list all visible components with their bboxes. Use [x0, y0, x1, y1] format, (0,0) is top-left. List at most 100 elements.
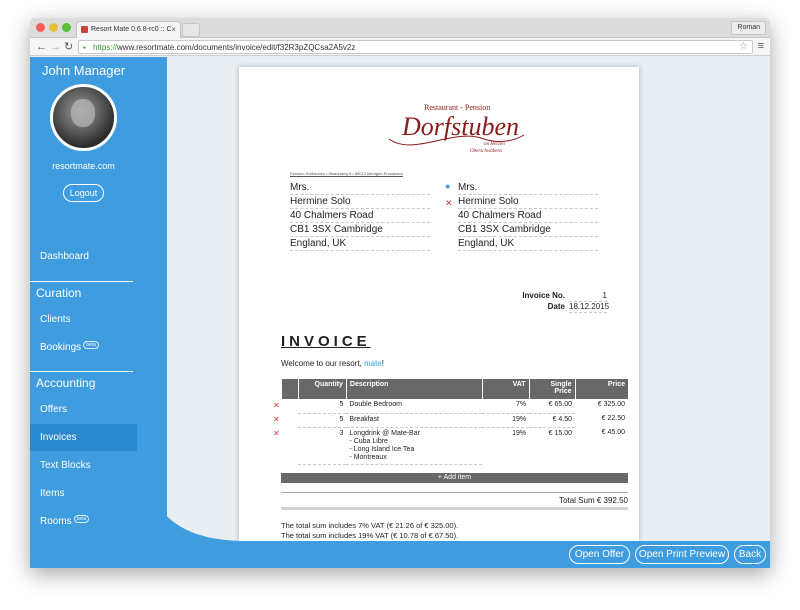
favicon-icon [81, 26, 88, 33]
back-arrow-icon[interactable]: ← [36, 40, 47, 54]
total-sum: Total Sum € 392.50 [281, 496, 628, 510]
sidebar-item-offers[interactable]: Offers [40, 404, 67, 415]
description-field[interactable]: Double Bedroom [346, 399, 483, 414]
invoice-items-table: Quantity Description VAT Single Price Pr… [281, 379, 628, 465]
tab-bar: Resort Mate 0.6.8-rc0 :: C × Roman [30, 18, 770, 38]
maximize-window-button[interactable] [62, 23, 71, 32]
browser-tab[interactable]: Resort Mate 0.6.8-rc0 :: C × [76, 21, 181, 38]
browser-toolbar: ← → ↻ ▪ https://www.resortmate.com/docum… [30, 38, 770, 56]
forward-arrow-icon[interactable]: → [50, 40, 61, 54]
address-line: Mrs. [458, 181, 598, 195]
welcome-text[interactable]: Welcome to our resort, mate! [281, 359, 384, 368]
address-line: Hermine Solo [290, 195, 430, 209]
sidebar-item-invoices[interactable]: Invoices [40, 432, 77, 443]
delete-row-icon[interactable]: ✕ [273, 429, 280, 438]
address-line: CB1 3SX Cambridge [290, 223, 430, 237]
vat-notes: The total sum includes 7% VAT (€ 21.26 o… [281, 521, 458, 541]
welcome-prefix: Welcome to our resort, [281, 359, 364, 368]
invoice-title: INVOICE [281, 333, 371, 350]
tab-title: Resort Mate 0.6.8-rc0 :: C [91, 26, 172, 33]
beta-badge: beta [83, 341, 99, 349]
sidebar-item-items[interactable]: Items [40, 488, 64, 499]
quantity-field[interactable]: 3 [298, 427, 347, 465]
description-field[interactable]: Breakfast [346, 413, 483, 428]
vat-field[interactable]: 19% [482, 427, 529, 464]
description-line: - Long Island Ice Tea [349, 445, 415, 453]
sidebar-edge [137, 57, 138, 418]
sidebar-curve [137, 418, 247, 541]
add-item-button[interactable]: + Add item [281, 473, 628, 483]
section-title-accounting: Accounting [36, 376, 96, 390]
single-price-field[interactable]: € 15.00 [529, 427, 575, 464]
address-line: 40 Chalmers Road [458, 209, 598, 223]
beta-badge: beta [73, 515, 90, 523]
address-line: England, UK [458, 237, 598, 251]
svg-text:Oberschwabens: Oberschwabens [470, 149, 502, 154]
new-tab-button[interactable] [182, 23, 200, 37]
quantity-field[interactable]: 5 [298, 399, 347, 414]
invoice-number-field[interactable]: 1 [569, 291, 607, 302]
table-header: Quantity Description VAT Single Price Pr… [281, 379, 628, 399]
person-icon[interactable]: ● [445, 181, 450, 191]
welcome-suffix: ! [381, 359, 385, 368]
address-bar[interactable]: ▪ https://www.resortmate.com/documents/i… [78, 40, 753, 54]
single-price-field[interactable]: € 4.50 [529, 413, 576, 428]
close-window-button[interactable] [36, 23, 45, 32]
sidebar-item-dashboard[interactable]: Dashboard [40, 251, 89, 262]
url-scheme: https:// [93, 43, 118, 52]
column-price: Price [574, 379, 628, 399]
address-line: CB1 3SX Cambridge [458, 223, 598, 237]
bookmark-star-icon[interactable]: ☆ [739, 41, 748, 52]
bottom-action-bar: Open Offer Open Print Preview Back [30, 541, 770, 568]
description-field[interactable]: Longdrink @ Mate-Bar - Cuba Libre - Long… [346, 427, 483, 465]
column-vat: VAT [481, 379, 530, 399]
profile-badge[interactable]: Roman [731, 21, 766, 35]
section-divider [30, 371, 133, 372]
lock-icon: ▪ [83, 43, 86, 52]
description-line: - Cuba Libre [349, 437, 388, 445]
row-handle[interactable] [282, 413, 299, 427]
row-handle[interactable] [282, 399, 299, 413]
sidebar-item-label: Bookings [40, 342, 82, 353]
table-row: 5 Breakfast 19% € 4.50 € 22.50 [282, 413, 629, 428]
user-name: John Manager [41, 63, 126, 78]
vat-field[interactable]: 7% [482, 399, 530, 414]
vat-field[interactable]: 19% [482, 413, 530, 428]
minimize-window-button[interactable] [49, 23, 58, 32]
menu-icon[interactable]: ≡ [758, 40, 764, 52]
sidebar-item-text-blocks[interactable]: Text Blocks [40, 460, 91, 471]
delete-row-icon[interactable]: ✕ [273, 415, 280, 424]
reload-icon[interactable]: ↻ [64, 40, 73, 54]
vat-note: The total sum includes 19% VAT (€ 10.78 … [281, 531, 459, 540]
invoice-document: Restaurant - Pension Dorfstuben im Herze… [239, 67, 639, 541]
table-row: 3 Longdrink @ Mate-Bar - Cuba Libre - Lo… [282, 427, 629, 465]
logout-button[interactable]: Logout [63, 184, 104, 202]
delete-row-icon[interactable]: ✕ [273, 401, 280, 410]
column-quantity: Quantity [297, 379, 347, 399]
sidebar-item-clients[interactable]: Clients [40, 314, 71, 325]
client-nickname: mate [364, 359, 382, 368]
address-line: 40 Chalmers Road [290, 209, 430, 223]
sidebar-item-rooms[interactable]: Rooms beta [40, 515, 90, 527]
recipient-address[interactable]: Mrs. Hermine Solo 40 Chalmers Road CB1 3… [290, 181, 430, 251]
open-print-preview-button[interactable]: Open Print Preview [635, 545, 729, 564]
sidebar-item-bookings[interactable]: Bookings beta [40, 341, 99, 353]
svg-text:im Herzen: im Herzen [484, 142, 505, 147]
quantity-field[interactable]: 5 [298, 413, 347, 428]
row-handle[interactable] [282, 427, 299, 464]
avatar [50, 84, 117, 151]
open-offer-button[interactable]: Open Offer [569, 545, 630, 564]
invoice-number-label: Invoice No. [522, 291, 565, 300]
url-text: www.resortmate.com/documents/invoice/edi… [117, 43, 356, 52]
svg-text:Restaurant - Pension: Restaurant - Pension [424, 103, 490, 112]
description-line: Longdrink @ Mate-Bar [349, 429, 420, 437]
single-price-field[interactable]: € 65.00 [529, 399, 576, 414]
remove-address-icon[interactable]: ✕ [445, 198, 453, 209]
vat-note: The total sum includes 7% VAT (€ 21.26 o… [281, 521, 459, 530]
tab-close-icon[interactable]: × [171, 25, 176, 34]
date-field[interactable]: 18.12.2015 [569, 302, 609, 313]
section-divider [30, 281, 133, 282]
sidebar-item-label: Rooms [40, 516, 72, 527]
back-button[interactable]: Back [734, 545, 766, 564]
handle-column-header [281, 379, 299, 399]
